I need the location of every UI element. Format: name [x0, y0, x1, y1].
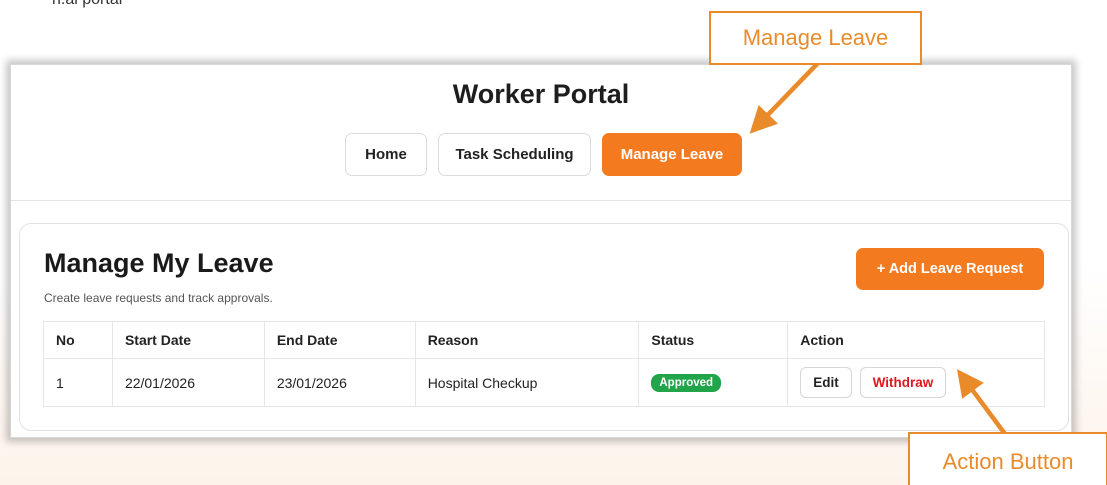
action-button-arrow [956, 369, 1007, 436]
action-button-callout: Action Button [908, 432, 1107, 485]
manage-leave-callout: Manage Leave [709, 11, 922, 65]
manage-leave-arrow [749, 61, 820, 134]
annotation-arrows [749, 61, 1007, 436]
